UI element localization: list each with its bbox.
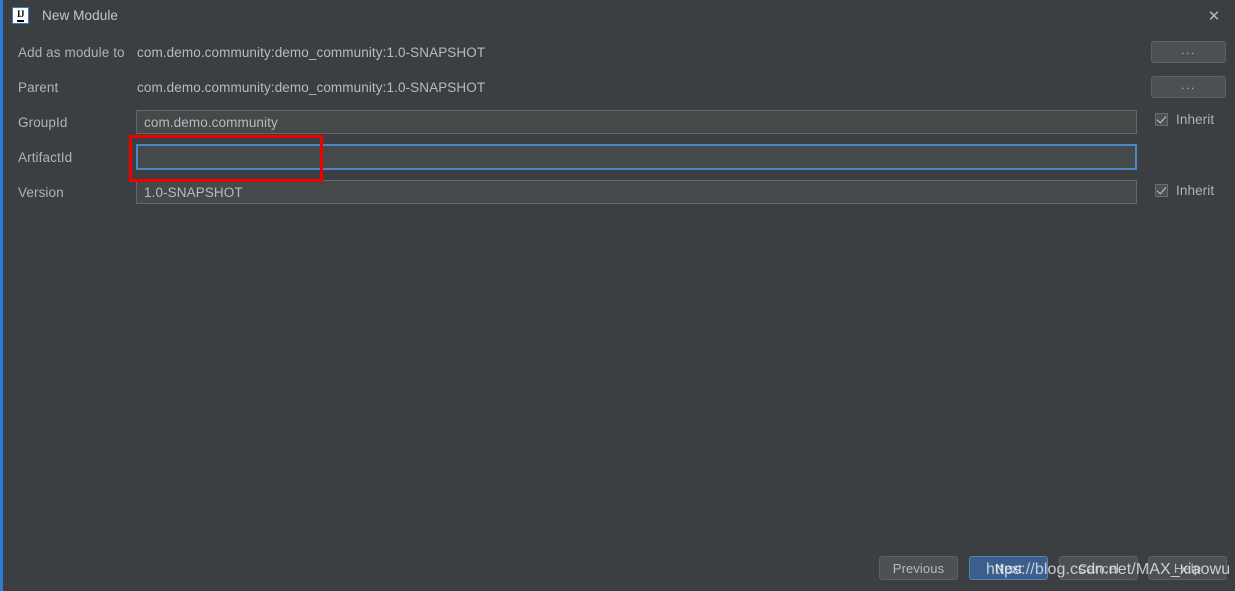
browse-add-as-module-to-button[interactable]: ... xyxy=(1151,41,1226,63)
version-inherit-checkbox[interactable]: Inherit xyxy=(1155,183,1214,198)
previous-button[interactable]: Previous xyxy=(879,556,958,580)
window-title: New Module xyxy=(42,8,119,23)
checkmark-icon xyxy=(1155,113,1168,126)
value-add-as-module-to: com.demo.community:demo_community:1.0-SN… xyxy=(137,44,486,60)
groupid-inherit-label: Inherit xyxy=(1176,112,1215,127)
label-version: Version xyxy=(18,184,64,200)
next-button[interactable]: Next xyxy=(969,556,1048,580)
groupid-inherit-checkbox[interactable]: Inherit xyxy=(1155,112,1214,127)
help-button[interactable]: Help xyxy=(1148,556,1227,580)
form-row-groupid: GroupId com.demo.community xyxy=(3,110,1235,134)
intellij-logo-text: IJ xyxy=(16,9,25,22)
label-parent: Parent xyxy=(18,79,59,95)
label-groupid: GroupId xyxy=(18,114,68,130)
form-row-artifactid: ArtifactId xyxy=(3,144,1235,170)
groupid-input[interactable]: com.demo.community xyxy=(136,110,1137,134)
form-row-parent: Parent com.demo.community:demo_community… xyxy=(3,75,1235,99)
form-row-version: Version 1.0-SNAPSHOT xyxy=(3,180,1235,204)
version-input[interactable]: 1.0-SNAPSHOT xyxy=(136,180,1137,204)
cancel-button[interactable]: Cancel xyxy=(1059,556,1138,580)
value-parent: com.demo.community:demo_community:1.0-SN… xyxy=(137,79,486,95)
close-icon[interactable]: ✕ xyxy=(1201,4,1227,28)
intellij-logo-icon: IJ xyxy=(12,7,29,24)
version-inherit-label: Inherit xyxy=(1176,183,1215,198)
label-add-as-module-to: Add as module to xyxy=(18,44,125,60)
artifactid-input[interactable] xyxy=(136,144,1137,170)
checkmark-icon xyxy=(1155,184,1168,197)
label-artifactid: ArtifactId xyxy=(18,149,73,165)
new-module-dialog: IJ New Module ✕ Add as module to com.dem… xyxy=(0,0,1235,591)
form-row-add-as-module-to: Add as module to com.demo.community:demo… xyxy=(3,40,1235,64)
title-bar: IJ New Module ✕ xyxy=(3,0,1235,31)
browse-parent-button[interactable]: ... xyxy=(1151,76,1226,98)
